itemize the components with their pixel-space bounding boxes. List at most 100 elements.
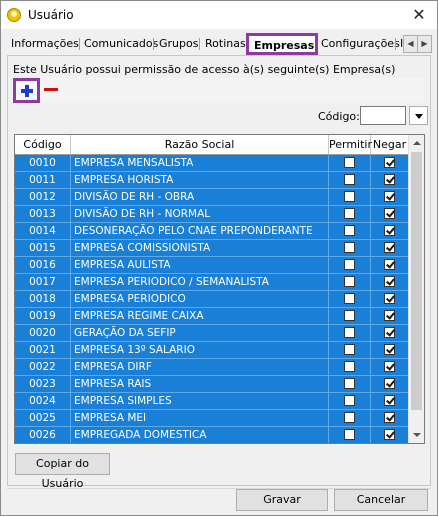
negar-checkbox[interactable] [384, 174, 395, 185]
cell-negar [371, 393, 409, 410]
permitir-checkbox[interactable] [344, 378, 355, 389]
negar-checkbox[interactable] [384, 412, 395, 423]
table-row[interactable]: 0017 EMPRESA PERIODICO / SEMANALISTA [15, 274, 409, 291]
chevron-down-icon[interactable] [409, 106, 428, 125]
permitir-checkbox[interactable] [344, 310, 355, 321]
negar-checkbox[interactable] [384, 361, 395, 372]
scroll-thumb[interactable] [411, 152, 422, 410]
scroll-down-icon[interactable] [409, 427, 424, 443]
negar-checkbox[interactable] [384, 259, 395, 270]
negar-checkbox[interactable] [384, 157, 395, 168]
cell-razao-social: GERAÇÃO DA SEFIP [71, 325, 329, 342]
table-row[interactable]: 0010 EMPRESA MENSALISTA [15, 155, 409, 172]
cell-codigo: 0010 [15, 155, 71, 172]
cell-permitir [329, 410, 371, 427]
cell-permitir [329, 291, 371, 308]
table-row[interactable]: 0014 DESONERAÇÃO PELO CNAE PREPONDERANTE [15, 223, 409, 240]
tab-separator [79, 38, 80, 50]
permitir-checkbox[interactable] [344, 327, 355, 338]
tab-configuracoes[interactable]: Configurações [321, 35, 400, 53]
permitir-checkbox[interactable] [344, 429, 355, 440]
tab-rotinas[interactable]: Rotinas [205, 35, 246, 53]
table-row[interactable]: 0025 EMPRESA MEI [15, 410, 409, 427]
cell-razao-social: DESONERAÇÃO PELO CNAE PREPONDERANTE [71, 223, 329, 240]
minus-icon[interactable] [41, 79, 61, 101]
tab-grupos[interactable]: Grupos [159, 35, 198, 53]
table-row[interactable]: 0020 GERAÇÃO DA SEFIP [15, 325, 409, 342]
table-row[interactable]: 0012 DIVISÃO DE RH - OBRA [15, 189, 409, 206]
cell-razao-social: EMPRESA RAIS [71, 376, 329, 393]
permitir-checkbox[interactable] [344, 157, 355, 168]
column-codigo[interactable]: Código [15, 135, 71, 154]
tab-scroll-right-icon[interactable]: ▶ [417, 35, 432, 53]
negar-checkbox[interactable] [384, 310, 395, 321]
cell-permitir [329, 274, 371, 291]
permitir-checkbox[interactable] [344, 276, 355, 287]
save-button[interactable]: Gravar [236, 489, 328, 511]
tab-separator [199, 38, 200, 50]
cell-permitir [329, 308, 371, 325]
cell-permitir [329, 427, 371, 443]
permitir-checkbox[interactable] [344, 242, 355, 253]
cell-razao-social: EMPRESA SIMPLES [71, 393, 329, 410]
negar-checkbox[interactable] [384, 378, 395, 389]
permitir-checkbox[interactable] [344, 293, 355, 304]
permitir-checkbox[interactable] [344, 191, 355, 202]
table-row[interactable]: 0026 EMPREGADA DOMESTICA [15, 427, 409, 443]
permitir-checkbox[interactable] [344, 225, 355, 236]
permitir-checkbox[interactable] [344, 412, 355, 423]
table-row[interactable]: 0015 EMPRESA COMISSIONISTA [15, 240, 409, 257]
plus-icon[interactable] [13, 78, 40, 103]
close-button[interactable]: ✕ [401, 1, 437, 29]
permitir-checkbox[interactable] [344, 395, 355, 406]
table-row[interactable]: 0011 EMPRESA HORISTA [15, 172, 409, 189]
table-row[interactable]: 0018 EMPRESA PERIODICO [15, 291, 409, 308]
negar-checkbox[interactable] [384, 242, 395, 253]
cell-permitir [329, 240, 371, 257]
copy-from-user-button[interactable]: Copiar do Usuário [15, 453, 110, 490]
cell-negar [371, 308, 409, 325]
negar-checkbox[interactable] [384, 429, 395, 440]
permitir-checkbox[interactable] [344, 344, 355, 355]
cell-razao-social: EMPRESA HORISTA [71, 172, 329, 189]
negar-checkbox[interactable] [384, 276, 395, 287]
tab-scroll-left-icon[interactable]: ◀ [403, 35, 418, 53]
negar-checkbox[interactable] [384, 395, 395, 406]
negar-checkbox[interactable] [384, 208, 395, 219]
codigo-input[interactable] [360, 106, 406, 125]
column-razao-social[interactable]: Razão Social [71, 135, 329, 154]
permitir-checkbox[interactable] [344, 208, 355, 219]
permitir-checkbox[interactable] [344, 174, 355, 185]
negar-checkbox[interactable] [384, 225, 395, 236]
title-bar: Usuário ✕ [1, 1, 437, 29]
table-row[interactable]: 0024 EMPRESA SIMPLES [15, 393, 409, 410]
negar-checkbox[interactable] [384, 327, 395, 338]
table-row[interactable]: 0023 EMPRESA RAIS [15, 376, 409, 393]
table-row[interactable]: 0016 EMPRESA AULISTA [15, 257, 409, 274]
column-negar[interactable]: Negar [371, 135, 409, 154]
cell-razao-social: EMPRESA PERIODICO / SEMANALISTA [71, 274, 329, 291]
permission-info-text: Este Usuário possui permissão de acesso … [13, 63, 396, 76]
cell-razao-social: EMPRESA MENSALISTA [71, 155, 329, 172]
permitir-checkbox[interactable] [344, 259, 355, 270]
negar-checkbox[interactable] [384, 293, 395, 304]
vertical-scrollbar[interactable] [408, 135, 424, 443]
cell-codigo: 0021 [15, 342, 71, 359]
table-row[interactable]: 0013 DIVISÃO DE RH - NORMAL [15, 206, 409, 223]
tab-comunicados[interactable]: Comunicados [84, 35, 158, 53]
cell-negar [371, 325, 409, 342]
cancel-button[interactable]: Cancelar [334, 489, 428, 511]
negar-checkbox[interactable] [384, 191, 395, 202]
app-icon [7, 8, 21, 22]
negar-checkbox[interactable] [384, 344, 395, 355]
table-row[interactable]: 0022 EMPRESA DIRF [15, 359, 409, 376]
table-row[interactable]: 0019 EMPRESA REGIME CAIXA [15, 308, 409, 325]
column-permitir[interactable]: Permitir [329, 135, 372, 154]
empresas-panel: Este Usuário possui permissão de acesso … [7, 55, 431, 490]
tab-informacoes[interactable]: Informações [11, 35, 79, 53]
scroll-up-icon[interactable] [409, 135, 424, 151]
table-row[interactable]: 0021 EMPRESA 13º SALARIO [15, 342, 409, 359]
tab-empresas[interactable]: Empresas [246, 33, 318, 55]
permitir-checkbox[interactable] [344, 361, 355, 372]
tab-separator [153, 38, 154, 50]
